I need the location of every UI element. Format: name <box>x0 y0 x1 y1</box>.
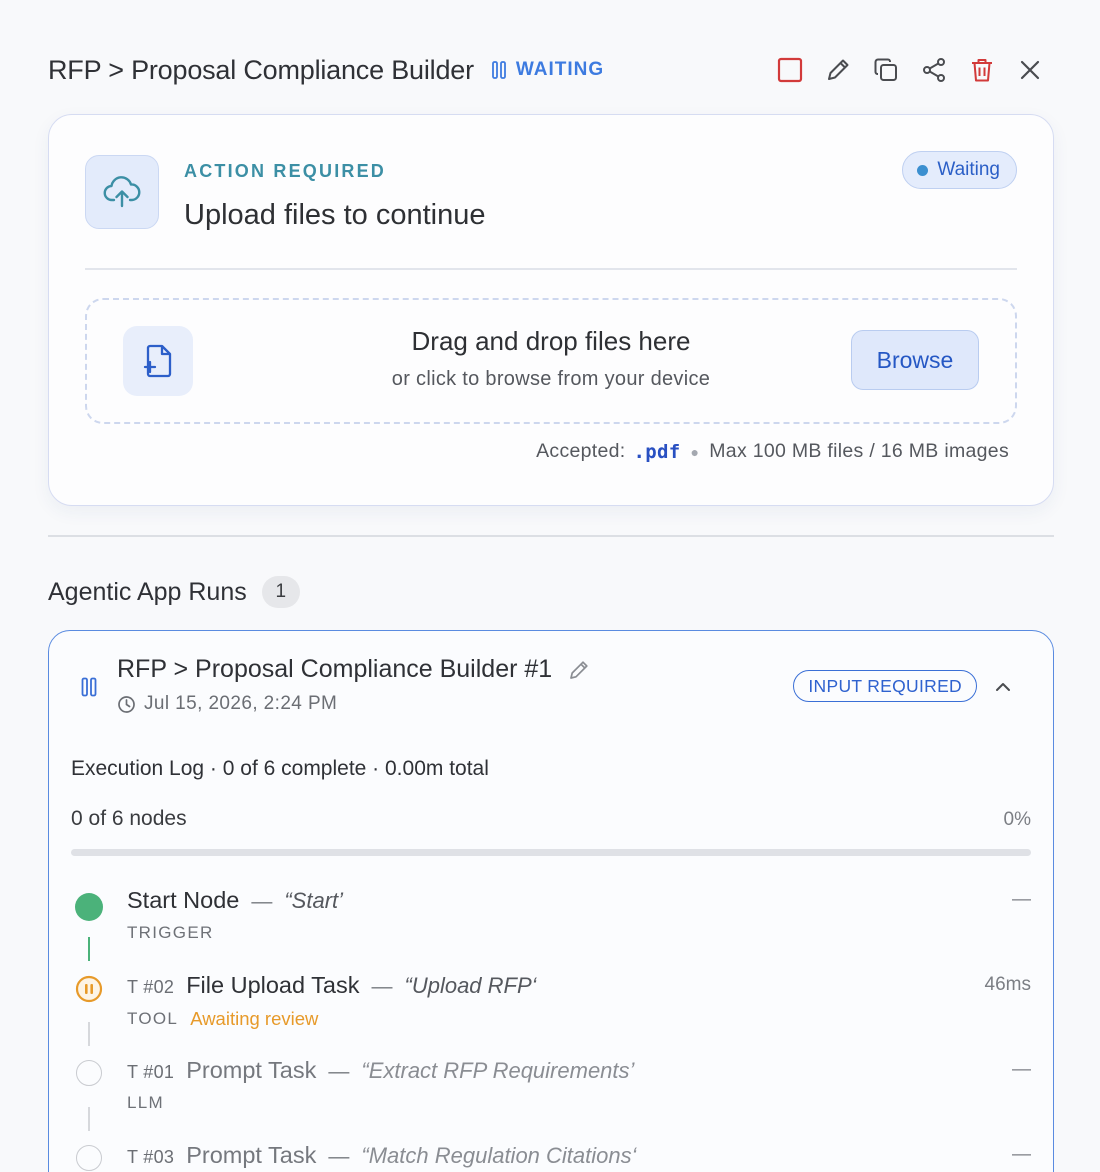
node-duration: 46ms <box>984 974 1031 995</box>
node-label: “Match Regulation Citations‘ <box>361 1143 637 1168</box>
accepted-label: Accepted: <box>536 440 626 462</box>
pending-status-icon <box>76 1145 102 1171</box>
node-title-line: T #03 Prompt Task — “Match Regulation Ci… <box>127 1142 637 1169</box>
page-header: RFP > Proposal Compliance Builder WAITIN… <box>48 50 1054 90</box>
duplicate-button[interactable] <box>862 50 910 90</box>
node-label: “Start’ <box>284 888 344 913</box>
node-meta-line: TOOL Awaiting review <box>127 1008 318 1030</box>
node-row[interactable]: T #03 Prompt Task — “Match Regulation Ci… <box>49 1142 1053 1172</box>
nodes-progress-label: 0 of 6 nodes <box>71 807 187 830</box>
node-type: TRIGGER <box>127 923 214 942</box>
page-title: RFP > Proposal Compliance Builder <box>48 54 474 85</box>
pause-icon <box>81 677 97 697</box>
trash-icon <box>972 59 992 82</box>
pause-icon <box>491 61 506 79</box>
node-duration: — <box>1012 1059 1031 1080</box>
run-date-text: Jul 15, 2026, 2:24 PM <box>144 693 338 714</box>
runs-count-badge: 1 <box>261 576 300 608</box>
runs-title: Agentic App Runs <box>48 577 247 606</box>
run-name: RFP > Proposal Compliance Builder #1 <box>117 655 590 684</box>
copy-icon <box>874 58 897 81</box>
node-number: T #03 <box>127 1147 175 1167</box>
node-name: Prompt Task <box>186 1057 317 1083</box>
node-number: T #01 <box>127 1062 175 1082</box>
stop-button[interactable] <box>766 50 814 90</box>
node-name: File Upload Task <box>186 972 360 998</box>
node-label: “Extract RFP Requirements’ <box>361 1058 635 1083</box>
node-name: Start Node <box>127 887 240 913</box>
close-icon <box>1020 60 1040 80</box>
node-type: TOOL <box>127 1009 179 1028</box>
connector-line <box>88 937 90 961</box>
share-icon <box>923 58 945 82</box>
pencil-icon <box>570 660 588 679</box>
status-dot <box>917 164 929 176</box>
node-meta-line: TRIGGER <box>127 923 214 943</box>
node-number: T #02 <box>127 977 175 997</box>
runs-section-header: Agentic App Runs 1 <box>48 576 300 608</box>
share-button[interactable] <box>910 50 958 90</box>
run-timestamp: Jul 15, 2026, 2:24 PM <box>117 693 337 715</box>
node-title-line: T #01 Prompt Task — “Extract RFP Require… <box>127 1057 634 1084</box>
connector-line <box>88 1107 90 1131</box>
browse-button[interactable]: Browse <box>851 330 979 390</box>
upload-action-card: ACTION REQUIRED Upload files to continue… <box>48 114 1054 506</box>
cloud-upload-icon <box>103 176 141 208</box>
node-type: LLM <box>127 1093 164 1112</box>
status-indicator: WAITING <box>491 59 605 81</box>
run-name-text: RFP > Proposal Compliance Builder #1 <box>117 655 553 683</box>
progress-percent: 0% <box>1003 809 1031 830</box>
node-title-line: Start Node — “Start’ <box>127 887 343 914</box>
node-duration: — <box>1012 889 1031 910</box>
complete-status-icon <box>75 893 103 921</box>
stop-icon <box>777 57 803 83</box>
node-substatus: Awaiting review <box>190 1008 319 1029</box>
accepted-extension: .pdf <box>633 440 681 463</box>
node-row[interactable]: Start Node — “Start’ TRIGGER — <box>49 887 1053 957</box>
progress-bar <box>71 849 1031 856</box>
close-button[interactable] <box>1006 50 1054 90</box>
dash-separator: — <box>328 1145 350 1168</box>
clock-icon <box>118 695 135 713</box>
status-text: WAITING <box>515 59 605 80</box>
accepted-file-info: Accepted: .pdf ● Max 100 MB files / 16 M… <box>536 440 1009 463</box>
pause-circle-icon <box>75 975 103 1003</box>
action-title: Upload files to continue <box>184 199 486 231</box>
node-meta-line: LLM <box>127 1093 164 1113</box>
node-row[interactable]: T #02 File Upload Task — “Upload RFP‘ TO… <box>49 972 1053 1042</box>
run-card[interactable]: RFP > Proposal Compliance Builder #1 Jul… <box>48 630 1054 1172</box>
toolbar <box>766 50 1054 90</box>
input-required-badge: INPUT REQUIRED <box>793 670 977 702</box>
chevron-up-icon <box>996 683 1010 691</box>
execution-log-summary: Execution Log · 0 of 6 complete · 0.00m … <box>71 757 489 780</box>
pencil-icon <box>828 59 849 80</box>
delete-button[interactable] <box>958 50 1006 90</box>
divider <box>85 268 1017 270</box>
connector-line <box>88 1022 90 1046</box>
section-divider <box>48 535 1054 537</box>
dash-separator: — <box>371 975 393 998</box>
node-name: Prompt Task <box>186 1142 317 1168</box>
node-title-line: T #02 File Upload Task — “Upload RFP‘ <box>127 972 537 999</box>
upload-cloud-tile <box>85 155 159 229</box>
rename-run-button[interactable] <box>568 659 590 681</box>
node-label: “Upload RFP‘ <box>404 973 537 998</box>
dash-separator: — <box>328 1060 350 1083</box>
node-row[interactable]: T #01 Prompt Task — “Extract RFP Require… <box>49 1057 1053 1127</box>
dash-separator: — <box>251 890 273 913</box>
bullet-separator: ● <box>690 443 700 460</box>
waiting-status-chip: Waiting <box>902 151 1017 189</box>
edit-button[interactable] <box>814 50 862 90</box>
size-limits: Max 100 MB files / 16 MB images <box>709 440 1009 462</box>
file-dropzone[interactable]: Drag and drop files here or click to bro… <box>85 298 1017 424</box>
status-chip-label: Waiting <box>937 159 1000 180</box>
collapse-button[interactable] <box>989 673 1017 701</box>
pending-status-icon <box>76 1060 102 1086</box>
run-status <box>81 677 97 702</box>
action-label: ACTION REQUIRED <box>184 161 387 181</box>
node-duration: — <box>1012 1144 1031 1165</box>
